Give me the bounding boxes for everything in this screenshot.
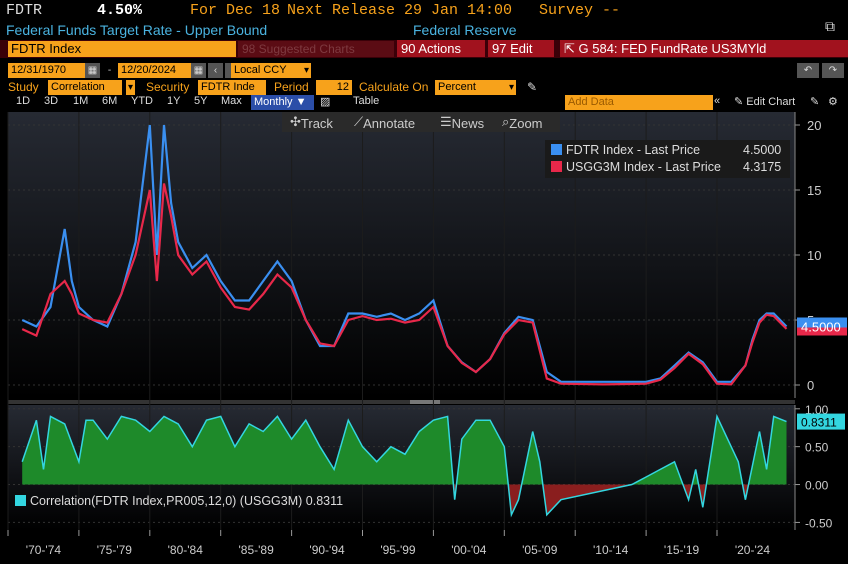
correlation-label: Correlation(FDTR Index,PR005,12,0) (USGG… [30, 494, 303, 508]
correlation-legend[interactable]: Correlation(FDTR Index,PR005,12,0) (USGG… [15, 494, 343, 508]
chart-legend: FDTR Index - Last Price 4.5000 USGG3M In… [545, 140, 790, 178]
x-tick-label: '90-'94 [309, 543, 345, 557]
track-button[interactable]: ✣ Track [290, 114, 333, 131]
legend-value-usgg3m: 4.3175 [743, 160, 782, 174]
y-tick-label: 10 [807, 248, 821, 263]
x-tick-label: '00-'04 [451, 543, 487, 557]
panel-divider [8, 400, 795, 404]
legend-item-fdtr[interactable]: FDTR Index - Last Price [551, 143, 700, 158]
chart-canvas: 05101520-0.500.000.501.00'70-'74'75-'79'… [7, 112, 847, 557]
y-tick-label: -0.50 [805, 516, 833, 530]
annotate-button[interactable]: ⟋ Annotate [354, 114, 415, 131]
x-tick-label: '20-'24 [735, 543, 771, 557]
annotate-label: Annotate [363, 116, 416, 131]
x-tick-label: '70-'74 [26, 543, 62, 557]
y-tick-label: 0.50 [805, 441, 829, 455]
legend-label: USGG3M Index - Last Price [566, 160, 721, 174]
y-tick-label: 15 [807, 183, 821, 198]
y-tick-label: 20 [807, 118, 821, 133]
x-tick-label: '80-'84 [168, 543, 204, 557]
legend-item-usgg3m[interactable]: USGG3M Index - Last Price [551, 160, 721, 175]
zoom-button[interactable]: ⌕ Zoom [502, 114, 543, 131]
y-tick-label: 0 [807, 378, 814, 393]
corr-last-label: 0.8311 [801, 416, 837, 430]
chart-toolbar: ✣ Track ⟋ Annotate ☰ News ⌕ Zoom [282, 112, 560, 132]
last-value-label: 4.5000 [801, 320, 841, 335]
legend-swatch [551, 161, 562, 172]
news-button[interactable]: ☰ News [440, 114, 484, 131]
x-tick-label: '95-'99 [380, 543, 416, 557]
divider-handle [410, 400, 440, 404]
legend-value-fdtr: 4.5000 [743, 143, 782, 157]
legend-label: FDTR Index - Last Price [566, 143, 701, 157]
news-label: News [451, 116, 485, 131]
zoom-label: Zoom [509, 116, 543, 131]
correlation-value: 0.8311 [305, 494, 344, 508]
x-tick-label: '75-'79 [97, 543, 133, 557]
y-tick-label: 0.00 [805, 479, 829, 493]
legend-swatch [551, 144, 562, 155]
track-label: Track [300, 116, 333, 131]
legend-swatch [15, 495, 26, 506]
x-tick-label: '05-'09 [522, 543, 558, 557]
x-tick-label: '10-'14 [593, 543, 629, 557]
x-tick-label: '15-'19 [664, 543, 700, 557]
x-tick-label: '85-'89 [239, 543, 275, 557]
